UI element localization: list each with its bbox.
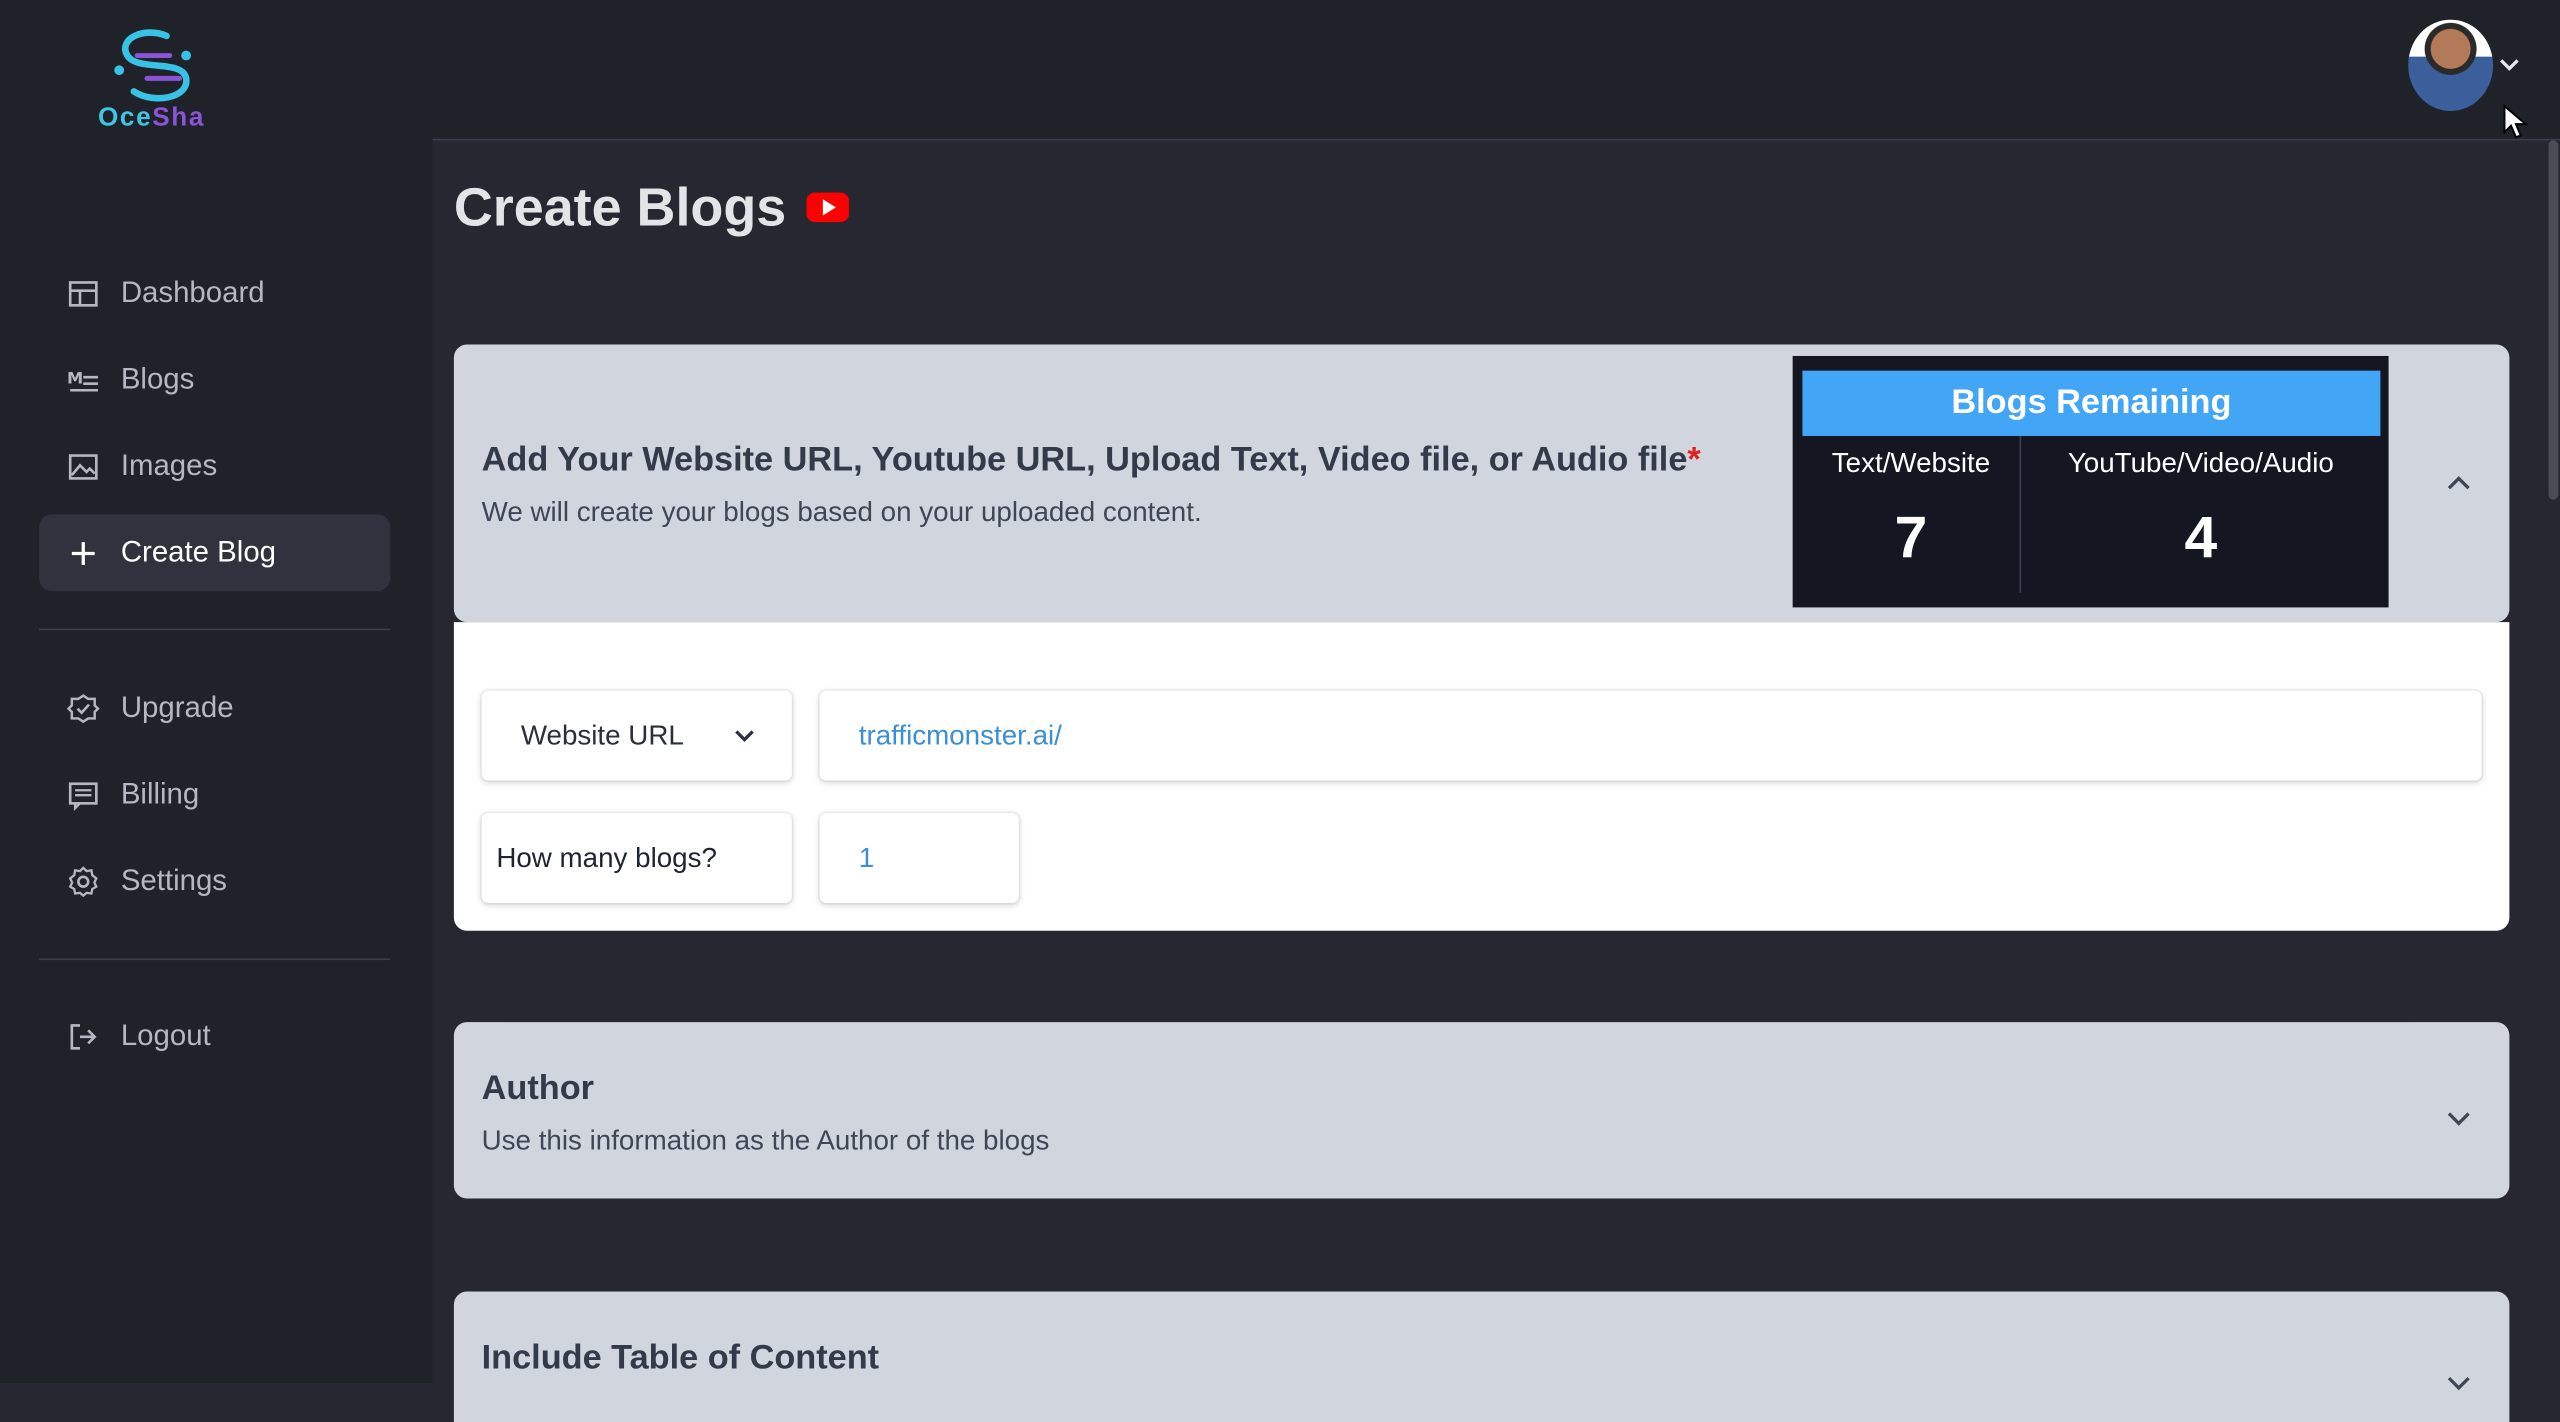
- sidebar-item-label: Upgrade: [120, 690, 234, 724]
- chevron-down-icon[interactable]: [2498, 52, 2521, 81]
- author-panel-header[interactable]: Author Use this information as the Autho…: [453, 1022, 2510, 1199]
- sidebar-divider: [39, 628, 391, 631]
- top-bar: [432, 0, 2560, 141]
- text-website-remaining: Text/Website 7: [1802, 436, 2019, 593]
- logo-text: OceSha: [97, 104, 206, 133]
- mouse-cursor-icon: [2503, 104, 2529, 149]
- chevron-down-icon[interactable]: [2446, 1370, 2472, 1399]
- page-title: Create Blogs: [453, 176, 849, 238]
- sidebar: OceSha Dashboard M Blogs Images Create B…: [0, 0, 433, 1383]
- sidebar-item-dashboard[interactable]: Dashboard: [39, 255, 390, 332]
- media-count: 4: [2184, 502, 2218, 570]
- sidebar-item-label: Create Blog: [120, 535, 277, 569]
- url-input[interactable]: trafficmonster.ai/: [819, 690, 2482, 781]
- source-panel-body: Website URL trafficmonster.ai/ How many …: [453, 622, 2510, 931]
- logout-icon: [65, 1018, 101, 1054]
- sidebar-item-label: Dashboard: [120, 275, 265, 309]
- image-icon: [65, 448, 101, 484]
- sidebar-item-label: Billing: [120, 777, 200, 810]
- gear-icon: [65, 863, 101, 899]
- sidebar-item-billing[interactable]: Billing: [39, 756, 390, 833]
- author-panel-subtitle: Use this information as the Author of th…: [481, 1125, 1050, 1157]
- logo-icon: [114, 29, 192, 102]
- media-remaining: YouTube/Video/Audio 4: [2021, 436, 2380, 593]
- source-type-value: Website URL: [520, 719, 684, 751]
- chevron-down-icon: [733, 719, 756, 752]
- sidebar-item-label: Blogs: [120, 362, 195, 396]
- youtube-icon[interactable]: [805, 192, 849, 223]
- toc-panel-title: Include Table of Content: [481, 1338, 880, 1377]
- blog-count-label: How many blogs?: [481, 813, 792, 903]
- svg-text:M: M: [67, 368, 83, 387]
- source-type-select[interactable]: Website URL: [481, 690, 792, 781]
- sidebar-divider: [39, 958, 391, 961]
- blog-count-value: 1: [858, 841, 875, 873]
- dashboard-icon: [65, 275, 101, 311]
- author-panel-title: Author: [481, 1069, 595, 1108]
- url-input-value: trafficmonster.ai/: [858, 719, 1062, 751]
- source-panel-header[interactable]: Add Your Website URL, Youtube URL, Uploa…: [453, 344, 2510, 623]
- sidebar-item-settings[interactable]: Settings: [39, 843, 390, 920]
- text-website-count: 7: [1894, 502, 1928, 570]
- sidebar-item-images[interactable]: Images: [39, 428, 390, 505]
- sidebar-item-label: Images: [120, 449, 218, 482]
- blogs-remaining-title: Blogs Remaining: [1802, 370, 2381, 436]
- media-label: YouTube/Video/Audio: [2067, 447, 2334, 479]
- billing-icon: [65, 776, 101, 812]
- chevron-up-icon[interactable]: [2446, 470, 2472, 499]
- sidebar-item-logout[interactable]: Logout: [39, 998, 390, 1075]
- toc-panel-header[interactable]: Include Table of Content: [453, 1291, 2510, 1422]
- badge-check-icon: [65, 690, 101, 726]
- scrollbar-thumb[interactable]: [2548, 140, 2559, 500]
- source-panel-subtitle: We will create your blogs based on your …: [481, 496, 1202, 528]
- plus-icon: [65, 535, 101, 571]
- sidebar-item-upgrade[interactable]: Upgrade: [39, 669, 390, 746]
- sidebar-item-blogs[interactable]: M Blogs: [39, 341, 390, 418]
- blogs-remaining-box: Blogs Remaining Text/Website 7 YouTube/V…: [1792, 355, 2389, 608]
- blog-count-label-text: How many blogs?: [496, 841, 717, 873]
- blog-count-input[interactable]: 1: [819, 813, 1019, 903]
- sidebar-item-label: Settings: [120, 863, 228, 897]
- user-avatar[interactable]: [2408, 19, 2494, 112]
- markdown-icon: M: [65, 362, 101, 398]
- chevron-down-icon[interactable]: [2446, 1105, 2472, 1134]
- required-mark: *: [1687, 440, 1701, 479]
- source-panel-title: Add Your Website URL, Youtube URL, Uploa…: [481, 440, 1701, 479]
- sidebar-item-label: Logout: [120, 1018, 211, 1052]
- text-website-label: Text/Website: [1831, 447, 1991, 479]
- scrollbar-track[interactable]: [2546, 140, 2560, 1383]
- sidebar-item-create-blog[interactable]: Create Blog: [39, 514, 391, 592]
- page-title-text: Create Blogs: [453, 176, 787, 237]
